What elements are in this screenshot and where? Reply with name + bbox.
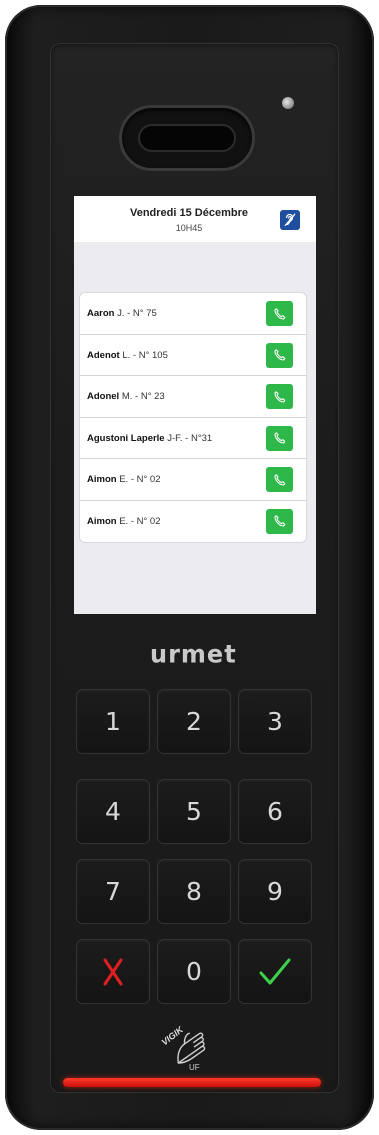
vigik-sub-text: UF — [189, 1063, 200, 1072]
key-0[interactable]: 0 — [158, 940, 230, 1003]
call-button[interactable] — [266, 467, 293, 492]
green-check-icon — [259, 958, 291, 984]
key-6[interactable]: 6 — [239, 780, 311, 843]
resident-entry: Adenot L. - N° 105 — [87, 335, 168, 377]
cancel-key[interactable] — [77, 940, 149, 1003]
resident-entry: Agustoni Laperle J-F. - N°31 — [87, 418, 212, 460]
vigik-reader: VIGIK UF — [158, 1023, 224, 1073]
phone-icon — [273, 349, 285, 361]
resident-detail: E. - N° 02 — [119, 474, 161, 485]
list-item[interactable]: Agustoni Laperle J-F. - N°31 — [80, 418, 306, 460]
resident-surname: Aimon — [87, 474, 117, 485]
resident-entry: Aimon E. - N° 02 — [87, 459, 161, 501]
key-7[interactable]: 7 — [77, 860, 149, 923]
resident-detail: L. - N° 105 — [122, 349, 168, 361]
resident-surname: Adenot — [87, 349, 120, 361]
date-label: Vendredi 15 Décembre — [129, 207, 248, 219]
call-button[interactable] — [266, 425, 293, 451]
resident-surname: Aaron — [87, 308, 115, 319]
camera-housing — [119, 105, 255, 171]
display-screen: Vendredi 15 Décembre 10H45 Aaron J. - N°… — [74, 196, 316, 614]
key-9[interactable]: 9 — [239, 860, 311, 923]
red-x-icon — [103, 958, 123, 985]
phone-icon — [273, 307, 285, 320]
resident-detail: J. - N° 75 — [117, 308, 157, 319]
confirm-key[interactable] — [239, 940, 311, 1003]
resident-entry: Adonel M. - N° 23 — [87, 376, 165, 418]
resident-detail: J-F. - N°31 — [167, 432, 213, 444]
list-item[interactable]: Adenot L. - N° 105 — [80, 335, 306, 377]
resident-surname: Agustoni Laperle — [87, 432, 165, 444]
time-label: 10H45 — [175, 223, 203, 233]
phone-icon — [273, 473, 285, 486]
list-item[interactable]: Aimon E. - N° 02 — [80, 459, 306, 501]
phone-icon — [273, 390, 285, 403]
call-button[interactable] — [266, 342, 293, 368]
key-3[interactable]: 3 — [239, 690, 311, 753]
phone-icon — [273, 515, 285, 527]
resident-surname: Aimon — [87, 515, 117, 527]
resident-list: Aaron J. - N° 75 Adenot L. - N° 105 Adon… — [80, 293, 306, 542]
ear-accessibility-icon — [284, 213, 296, 227]
call-button[interactable] — [266, 508, 293, 534]
key-2[interactable]: 2 — [158, 690, 230, 753]
call-button[interactable] — [266, 384, 293, 409]
key-8[interactable]: 8 — [158, 860, 230, 923]
resident-entry: Aimon E. - N° 02 — [87, 501, 161, 543]
resident-surname: Adonel — [87, 391, 120, 402]
list-item[interactable]: Adonel M. - N° 23 — [80, 376, 306, 418]
list-item[interactable]: Aaron J. - N° 75 — [80, 293, 306, 335]
key-5[interactable]: 5 — [158, 780, 230, 843]
brand-logo: urmet — [150, 639, 237, 669]
list-item[interactable]: Aimon E. - N° 02 — [80, 501, 306, 543]
phone-icon — [273, 432, 285, 444]
camera-lens — [138, 124, 236, 152]
resident-detail: E. - N° 02 — [119, 515, 161, 527]
accessibility-button[interactable] — [280, 210, 300, 230]
call-button[interactable] — [266, 301, 293, 326]
status-led — [282, 97, 294, 109]
key-1[interactable]: 1 — [77, 690, 149, 753]
resident-detail: M. - N° 23 — [121, 391, 165, 402]
key-4[interactable]: 4 — [77, 780, 149, 843]
resident-entry: Aaron J. - N° 75 — [87, 293, 157, 335]
screen-header: Vendredi 15 Décembre 10H45 — [74, 196, 316, 242]
status-light-bar — [63, 1078, 321, 1087]
